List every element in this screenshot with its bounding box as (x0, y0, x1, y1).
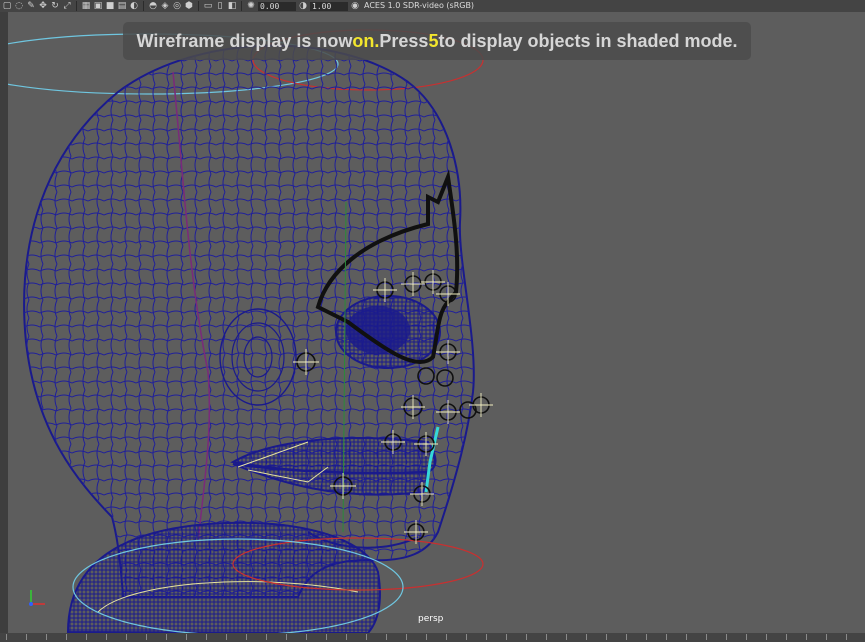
timeline-tick (186, 634, 187, 640)
eye-mesh[interactable] (335, 295, 441, 369)
timeline-tick (326, 634, 327, 640)
timeline-tick (446, 634, 447, 640)
wireframe-hud-message: Wireframe display is now on. Press 5 to d… (123, 22, 751, 60)
timeline-tick (346, 634, 347, 640)
hud-key: 5 (428, 30, 439, 51)
lasso-icon[interactable]: ◌ (14, 1, 24, 11)
xray-icon[interactable]: ◈ (160, 1, 170, 11)
timeline-tick (146, 634, 147, 640)
timeline-tick (466, 634, 467, 640)
viewport-canvas[interactable] (8, 12, 865, 633)
viewport-border (0, 12, 8, 642)
timeline-strip[interactable] (0, 633, 865, 642)
gate-mask-icon[interactable]: ◧ (227, 1, 237, 11)
wireframe-icon[interactable]: ▣ (93, 1, 103, 11)
timeline-tick (206, 634, 207, 640)
timeline-tick (546, 634, 547, 640)
exposure-icon: ✺ (247, 1, 255, 11)
timeline-tick (226, 634, 227, 640)
timeline-tick (586, 634, 587, 640)
timeline-tick (426, 634, 427, 640)
timeline-tick (746, 634, 747, 640)
timeline-tick (486, 634, 487, 640)
lighting-icon[interactable]: ◐ (129, 1, 139, 11)
toolbar-divider (76, 1, 77, 11)
timeline-tick (786, 634, 787, 640)
timeline-tick (666, 634, 667, 640)
hud-state: on. (352, 30, 380, 51)
timeline-tick (406, 634, 407, 640)
hud-prefix: Wireframe display is now (136, 30, 353, 51)
timeline-tick (366, 634, 367, 640)
timeline-tick (686, 634, 687, 640)
exposure-field[interactable]: 0.00 (258, 1, 296, 11)
camera-icon[interactable]: ⬢ (184, 1, 194, 11)
timeline-tick (46, 634, 47, 640)
timeline-tick (306, 634, 307, 640)
timeline-tick (846, 634, 847, 640)
timeline-tick (166, 634, 167, 640)
timeline-tick (766, 634, 767, 640)
color-management-label[interactable]: ACES 1.0 SDR-video (sRGB) (362, 1, 474, 11)
color-management-icon[interactable]: ◉ (350, 1, 360, 11)
timeline-tick (126, 634, 127, 640)
hud-middle: Press (379, 30, 429, 51)
select-icon[interactable]: ▢ (2, 1, 12, 11)
timeline-tick (646, 634, 647, 640)
shaded-icon[interactable]: ■ (105, 1, 115, 11)
timeline-tick (506, 634, 507, 640)
isolate-icon[interactable]: ◎ (172, 1, 182, 11)
gamma-icon: ◑ (299, 1, 307, 11)
timeline-tick (246, 634, 247, 640)
timeline-tick (6, 634, 7, 640)
timeline-tick (726, 634, 727, 640)
resolution-gate-icon[interactable]: ▯ (215, 1, 225, 11)
timeline-tick (26, 634, 27, 640)
grid-icon[interactable]: ▦ (81, 1, 91, 11)
gamma-field[interactable]: 1.00 (310, 1, 348, 11)
toolbar-divider (198, 1, 199, 11)
timeline-tick (386, 634, 387, 640)
move-icon[interactable]: ✥ (38, 1, 48, 11)
timeline-tick (66, 634, 67, 640)
timeline-tick (806, 634, 807, 640)
rotate-icon[interactable]: ↻ (50, 1, 60, 11)
timeline-tick (826, 634, 827, 640)
film-gate-icon[interactable]: ▭ (203, 1, 213, 11)
toolbar-divider (143, 1, 144, 11)
hud-suffix: to display objects in shaded mode. (438, 30, 738, 51)
timeline-tick (606, 634, 607, 640)
paint-icon[interactable]: ✎ (26, 1, 36, 11)
timeline-tick (566, 634, 567, 640)
timeline-tick (626, 634, 627, 640)
textured-icon[interactable]: ▤ (117, 1, 127, 11)
viewport-toolbar: ▢ ◌ ✎ ✥ ↻ ⤢ ▦ ▣ ■ ▤ ◐ ◓ ◈ ◎ ⬢ ▭ ▯ ◧ ✺ 0.… (0, 0, 865, 12)
scale-icon[interactable]: ⤢ (62, 1, 72, 11)
timeline-tick (286, 634, 287, 640)
view-axis-gizmo (29, 590, 45, 606)
timeline-tick (86, 634, 87, 640)
timeline-tick (706, 634, 707, 640)
timeline-tick (106, 634, 107, 640)
camera-name-label: persp (418, 614, 444, 624)
timeline-tick (526, 634, 527, 640)
toolbar-divider (241, 1, 242, 11)
timeline-tick (266, 634, 267, 640)
shadows-icon[interactable]: ◓ (148, 1, 158, 11)
